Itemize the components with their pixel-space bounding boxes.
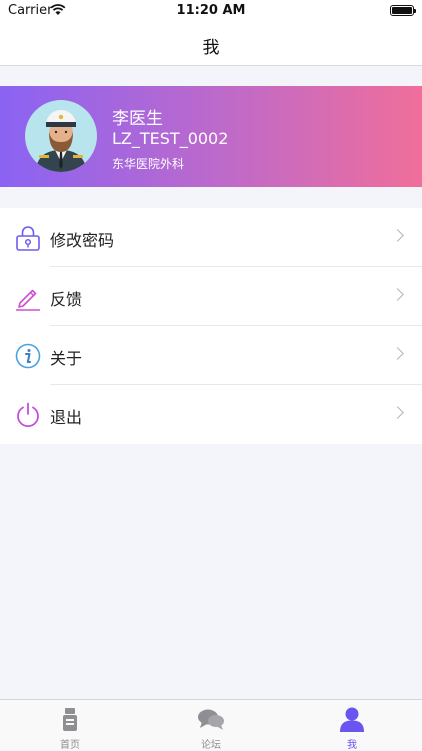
menu-item-change-password[interactable]: 修改密码 bbox=[0, 208, 422, 267]
status-bar: Carrier 11:20 AM bbox=[0, 0, 422, 22]
navigation-bar: 我 bbox=[0, 22, 422, 66]
tab-forum[interactable]: 论坛 bbox=[141, 700, 281, 751]
tab-label: 首页 bbox=[60, 740, 80, 751]
info-icon bbox=[15, 343, 41, 369]
profile-banner[interactable]: 李医生 LZ_TEST_0002 东华医院外科 bbox=[0, 86, 422, 187]
menu-label: 反馈 bbox=[50, 290, 83, 309]
profile-name: 李医生 bbox=[112, 109, 163, 129]
settings-menu: 修改密码 反馈 关于 退出 bbox=[0, 208, 422, 444]
avatar[interactable] bbox=[25, 100, 97, 172]
profile-department: 东华医院外科 bbox=[112, 157, 185, 171]
lock-icon bbox=[16, 226, 40, 251]
tab-label: 我 bbox=[347, 740, 357, 751]
menu-item-about[interactable]: 关于 bbox=[0, 326, 422, 385]
pencil-icon bbox=[16, 289, 40, 311]
chat-bubbles-icon bbox=[198, 709, 224, 730]
chevron-right-icon bbox=[391, 288, 404, 301]
menu-label: 修改密码 bbox=[50, 231, 115, 250]
tab-label: 论坛 bbox=[201, 740, 221, 751]
home-icon bbox=[63, 708, 77, 731]
status-time: 11:20 AM bbox=[176, 3, 246, 18]
chevron-right-icon bbox=[391, 229, 404, 242]
captain-avatar-icon bbox=[35, 110, 87, 172]
person-icon bbox=[340, 707, 364, 732]
menu-item-logout[interactable]: 退出 bbox=[0, 385, 422, 444]
battery-icon bbox=[390, 5, 416, 16]
tab-me[interactable]: 我 bbox=[282, 700, 422, 751]
menu-label: 关于 bbox=[50, 349, 83, 368]
chevron-right-icon bbox=[391, 347, 404, 360]
menu-label: 退出 bbox=[50, 408, 83, 427]
tab-home[interactable]: 首页 bbox=[0, 700, 140, 751]
menu-item-feedback[interactable]: 反馈 bbox=[0, 267, 422, 326]
page-title: 我 bbox=[202, 38, 220, 58]
power-icon bbox=[17, 402, 39, 428]
chevron-right-icon bbox=[391, 406, 404, 419]
tab-bar: 首页 论坛 我 bbox=[0, 699, 422, 751]
profile-user-id: LZ_TEST_0002 bbox=[112, 129, 229, 148]
